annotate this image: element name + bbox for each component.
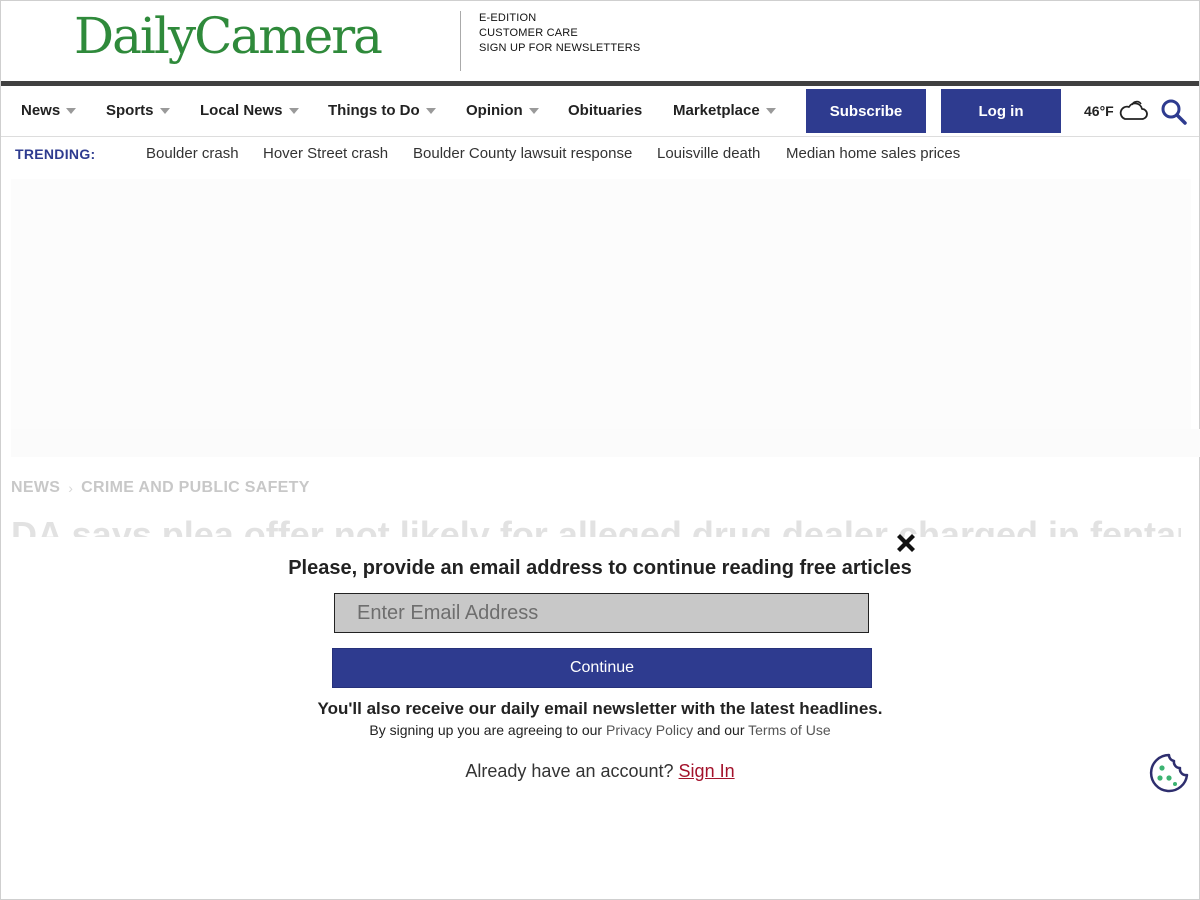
- ad-strip: [11, 429, 1200, 457]
- nav-item-label: Sports: [106, 102, 154, 119]
- cloud-icon: [1119, 100, 1148, 120]
- breadcrumb-news[interactable]: NEWS: [11, 479, 60, 497]
- nav-item-label: News: [21, 102, 61, 119]
- caret-down-icon: [528, 108, 539, 114]
- caret-down-icon: [288, 108, 299, 114]
- newsletter-signup-link[interactable]: SIGN UP FOR NEWSLETTERS: [479, 41, 640, 56]
- nav-item-news[interactable]: News: [21, 102, 77, 119]
- breadcrumb: NEWS › CRIME AND PUBLIC SAFETY: [11, 479, 310, 497]
- existing-account-text: Already have an account? Sign In: [1, 761, 1199, 782]
- email-input[interactable]: [334, 593, 869, 633]
- search-icon: [1161, 99, 1187, 125]
- caret-down-icon: [66, 108, 77, 114]
- trending-link[interactable]: Louisville death: [657, 145, 760, 162]
- breadcrumb-crime[interactable]: CRIME AND PUBLIC SAFETY: [81, 479, 310, 497]
- newsletter-notice: You'll also receive our daily email news…: [317, 699, 883, 718]
- nav-item-local-news[interactable]: Local News: [200, 102, 299, 119]
- sign-in-link[interactable]: Sign In: [679, 761, 735, 781]
- agreement-prefix: By signing up you are agreeing to our: [369, 722, 606, 738]
- trending-link[interactable]: Boulder crash: [146, 145, 239, 162]
- trending-link[interactable]: Hover Street crash: [263, 145, 388, 162]
- masthead: DailyCamera E-EDITION CUSTOMER CARE SIGN…: [1, 1, 1199, 81]
- article-headline: DA says plea offer not likely for allege…: [11, 517, 1181, 539]
- trending-link[interactable]: Boulder County lawsuit response: [413, 145, 632, 162]
- trending-label: TRENDING:: [15, 146, 96, 162]
- nav-item-obituaries[interactable]: Obituaries: [568, 102, 642, 119]
- continue-button[interactable]: Continue: [332, 648, 872, 688]
- cookie-settings-button[interactable]: [1147, 751, 1191, 800]
- nav-item-label: Things to Do: [328, 102, 420, 119]
- article-header: NEWS › CRIME AND PUBLIC SAFETY DA says p…: [1, 457, 1199, 539]
- ad-placeholder: [11, 179, 1191, 429]
- customer-care-link[interactable]: CUSTOMER CARE: [479, 26, 640, 41]
- masthead-links: E-EDITION CUSTOMER CARE SIGN UP FOR NEWS…: [479, 11, 640, 56]
- temperature: 46°F: [1084, 103, 1114, 119]
- nav-item-marketplace[interactable]: Marketplace: [673, 102, 776, 119]
- chevron-right-icon: ›: [68, 480, 74, 496]
- nav-item-label: Marketplace: [673, 102, 760, 119]
- close-icon: [897, 534, 915, 552]
- agreement-mid: and our: [693, 722, 749, 738]
- email-gate-modal: Please, provide an email address to cont…: [1, 534, 1199, 899]
- nav-item-things-to-do[interactable]: Things to Do: [328, 102, 436, 119]
- weather-widget[interactable]: 46°F: [1084, 100, 1148, 122]
- nav-item-label: Local News: [200, 102, 283, 119]
- already-have-account: Already have an account?: [465, 761, 679, 781]
- trending-bar: TRENDING: Boulder crash Hover Street cra…: [1, 137, 1199, 171]
- agreement-text: By signing up you are agreeing to our Pr…: [1, 722, 1199, 738]
- close-button[interactable]: [894, 531, 918, 560]
- nav-item-label: Opinion: [466, 102, 523, 119]
- login-button[interactable]: Log in: [941, 89, 1061, 133]
- caret-down-icon: [765, 108, 776, 114]
- caret-down-icon: [425, 108, 436, 114]
- cookie-icon: [1149, 753, 1189, 793]
- nav-item-label: Obituaries: [568, 102, 643, 119]
- e-edition-link[interactable]: E-EDITION: [479, 11, 640, 26]
- subscribe-button[interactable]: Subscribe: [806, 89, 926, 133]
- trending-link[interactable]: Median home sales prices: [786, 145, 960, 162]
- daily-camera-logo[interactable]: DailyCamera: [74, 7, 383, 65]
- caret-down-icon: [159, 108, 170, 114]
- nav-item-opinion[interactable]: Opinion: [466, 102, 539, 119]
- modal-title: Please, provide an email address to cont…: [288, 557, 912, 579]
- terms-of-use-link[interactable]: Terms of Use: [748, 722, 830, 738]
- main-nav: News Sports Local News Things to Do Opin…: [1, 81, 1199, 137]
- nav-item-sports[interactable]: Sports: [106, 102, 170, 119]
- search-button[interactable]: [1160, 98, 1188, 131]
- privacy-policy-link[interactable]: Privacy Policy: [606, 722, 693, 738]
- masthead-divider: [460, 11, 461, 71]
